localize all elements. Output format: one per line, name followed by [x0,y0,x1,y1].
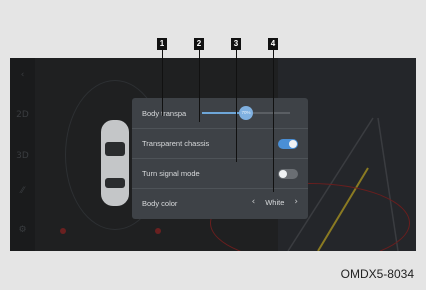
figure-frame: ‹ 2D 3D ⁄⁄ ⚙ Body transpa 70% Transparen… [0,0,426,290]
car-top-view-icon [101,120,129,206]
transparent-chassis-row: Transparent chassis [132,128,308,158]
body-color-row: Body color ‹ White › [132,188,308,218]
figure-code: OMDX5-8034 [340,267,414,281]
body-transparency-row: Body transpa 70% [132,98,308,128]
callout-2-leader [199,50,200,122]
body-transparency-label: Body transpa [142,108,187,118]
infotainment-screen: ‹ 2D 3D ⁄⁄ ⚙ Body transpa 70% Transparen… [10,58,416,251]
chevron-right-icon[interactable]: › [294,197,298,207]
callout-4-leader [273,50,274,192]
turn-signal-mode-label: Turn signal mode [142,169,200,178]
turn-signal-mode-row: Turn signal mode [132,158,308,188]
callout-1: 1 [157,38,167,50]
chevron-left-icon[interactable]: ‹ [252,197,256,207]
callout-4: 4 [268,38,278,50]
body-color-label: Body color [142,199,178,208]
callout-1-leader [162,50,163,116]
road-lines-icon[interactable]: ⁄⁄ [10,186,35,196]
slider-knob[interactable]: 70% [239,106,253,120]
body-transparency-slider[interactable]: 70% [202,106,290,120]
view-3d-button[interactable]: 3D [10,151,35,161]
sidebar: ‹ 2D 3D ⁄⁄ ⚙ [10,58,35,251]
gear-icon[interactable]: ⚙ [10,225,35,235]
view-2d-button[interactable]: 2D [10,110,35,120]
turn-signal-mode-toggle[interactable] [278,169,298,179]
callout-3-leader [236,50,237,162]
transparent-chassis-toggle[interactable] [278,139,298,149]
body-color-selector: ‹ White › [252,197,298,207]
display-settings-panel: Body transpa 70% Transparent chassis Tur… [132,98,308,219]
rear-sensor-right [155,228,161,234]
callout-3: 3 [231,38,241,50]
body-color-value: White [265,197,285,207]
back-chevron-icon[interactable]: ‹ [10,70,35,80]
callout-2: 2 [194,38,204,50]
transparent-chassis-label: Transparent chassis [142,139,210,148]
rear-sensor-left [60,228,66,234]
